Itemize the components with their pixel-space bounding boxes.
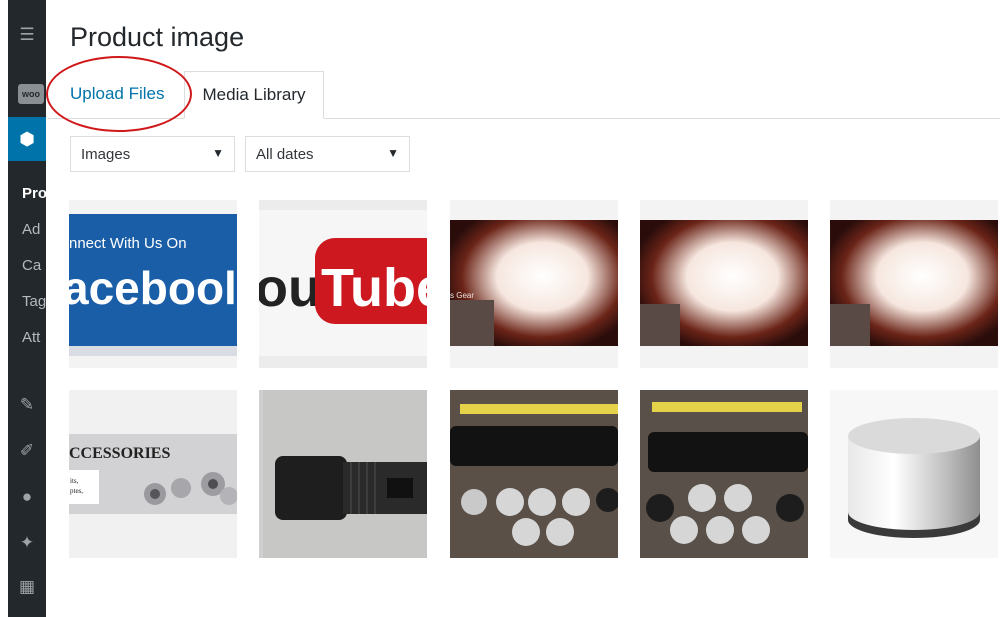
dropdown-arrow-icon: ▼ <box>212 146 224 160</box>
woocommerce-icon[interactable]: woo <box>18 84 44 104</box>
youtube-tube: Tube <box>321 258 427 318</box>
tab-media-library[interactable]: Media Library <box>184 71 324 119</box>
menu-icon[interactable]: ☰ <box>8 20 46 50</box>
youtube-prefix: ou <box>259 258 321 318</box>
sidebar-item-products[interactable]: Pro <box>22 185 46 202</box>
accessories-title: CCESSORIES <box>69 445 170 462</box>
highlight-circle <box>46 56 192 132</box>
products-icon[interactable]: ⬢ <box>8 117 46 161</box>
fire-caption: s Gear <box>450 291 474 300</box>
accessories-line2: ptes, <box>70 487 83 495</box>
sidebar-item-add-new[interactable]: Ad <box>22 221 40 238</box>
sidebar-item-categories[interactable]: Ca <box>22 257 41 274</box>
attachment-facebook[interactable]: nnect With Us On acebool <box>69 200 237 368</box>
attachment-kit-parts-2[interactable] <box>640 390 808 558</box>
sidebar-item-attributes[interactable]: Att <box>22 329 40 346</box>
date-filter-select[interactable]: All dates ▼ <box>245 136 410 172</box>
attachment-fire-3[interactable] <box>830 200 998 368</box>
pin-icon[interactable]: ✎ <box>8 390 46 420</box>
attachment-accessories[interactable]: CCESSORIES its, ptes, <box>69 390 237 558</box>
date-filter-value: All dates <box>256 145 314 163</box>
brush-icon[interactable]: ✐ <box>8 436 46 466</box>
tools-icon[interactable]: ✦ <box>8 528 46 558</box>
settings-icon[interactable]: ▦ <box>8 572 46 602</box>
admin-sidebar: ☰ woo ⬢ Pro Ad Ca Tag Att ✎ ✐ ● ✦ ▦ <box>8 0 46 617</box>
media-type-select[interactable]: Images ▼ <box>70 136 235 172</box>
media-type-value: Images <box>81 145 131 163</box>
accessories-line1: its, <box>70 477 79 485</box>
facebook-line2: acebool <box>69 262 237 314</box>
attachment-fire-1[interactable]: s Gear <box>450 200 618 368</box>
attachment-cylinder[interactable] <box>830 390 998 558</box>
dropdown-arrow-icon: ▼ <box>387 146 399 160</box>
attachment-kit-parts-1[interactable] <box>450 390 618 558</box>
modal-title: Product image <box>70 22 245 52</box>
attachment-fire-2[interactable] <box>640 200 808 368</box>
sidebar-item-tags[interactable]: Tag <box>22 293 46 310</box>
users-icon[interactable]: ● <box>8 482 46 512</box>
attachment-black-part[interactable] <box>259 390 427 558</box>
attachment-youtube[interactable]: ou Tube <box>259 200 427 368</box>
facebook-line1: nnect With Us On <box>69 235 187 252</box>
